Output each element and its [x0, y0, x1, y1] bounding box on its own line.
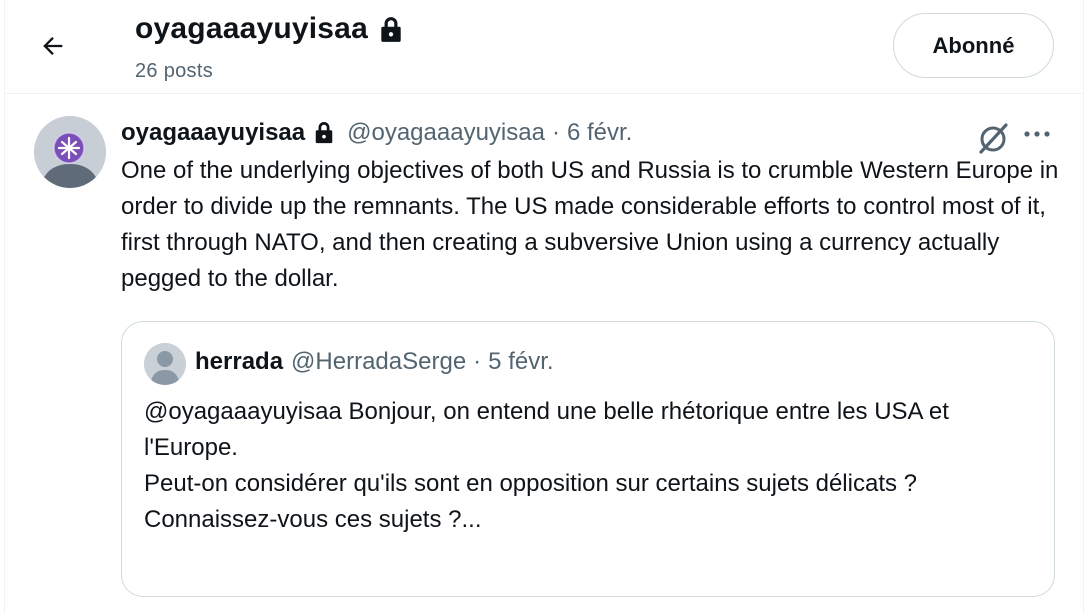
- more-icon[interactable]: [1023, 129, 1051, 139]
- quoted-post-header: herrada @HerradaSerge · 5 févr.: [195, 348, 554, 376]
- post-text: One of the underlying objectives of both…: [121, 157, 1059, 292]
- default-avatar-icon: [144, 343, 186, 385]
- lock-icon: [381, 17, 401, 42]
- author-handle[interactable]: @oyagaaayuyisaa: [347, 119, 545, 147]
- meta-separator: ·: [551, 119, 560, 146]
- back-button[interactable]: [33, 26, 73, 66]
- quoted-text-line: Peut-on considérer qu'ils sont en opposi…: [144, 470, 918, 497]
- quoted-text-line: @oyagaaayuyisaa Bonjour, on entend une b…: [144, 398, 949, 461]
- profile-name: oyagaaayuyisaa: [135, 12, 368, 45]
- arrow-left-icon: [43, 37, 63, 55]
- author-name[interactable]: oyagaaayuyisaa: [121, 119, 305, 147]
- avatar[interactable]: [34, 116, 106, 188]
- profile-header: oyagaaayuyisaa 26 posts Abonné: [5, 0, 1083, 94]
- quoted-text-line: Connaissez-vous ces sujets ?...: [144, 506, 482, 533]
- post-header: oyagaaayuyisaa @oyagaaayuyisaa · 6 févr.: [121, 119, 632, 147]
- quoted-post-date: 5 févr.: [488, 348, 554, 375]
- post[interactable]: oyagaaayuyisaa @oyagaaayuyisaa · 6 févr.…: [5, 95, 1083, 613]
- post-date[interactable]: 6 févr.: [567, 119, 632, 147]
- timeline-column: oyagaaayuyisaa 26 posts Abonné oyagaaayu…: [4, 0, 1084, 613]
- header-title: oyagaaayuyisaa: [135, 12, 404, 46]
- quoted-author-name[interactable]: herrada: [195, 348, 283, 376]
- avatar-image: [34, 116, 106, 188]
- meta-separator: ·: [473, 348, 482, 375]
- quoted-author-handle[interactable]: @HerradaSerge: [291, 348, 466, 376]
- following-button[interactable]: Abonné: [893, 13, 1054, 78]
- post-count: 26 posts: [135, 60, 214, 82]
- quoted-avatar[interactable]: [144, 343, 186, 385]
- quoted-post-text: @oyagaaayuyisaa Bonjour, on entend une b…: [144, 394, 1044, 538]
- quoted-post[interactable]: herrada @HerradaSerge · 5 févr. @oyagaaa…: [121, 321, 1055, 597]
- lock-icon: [315, 122, 333, 144]
